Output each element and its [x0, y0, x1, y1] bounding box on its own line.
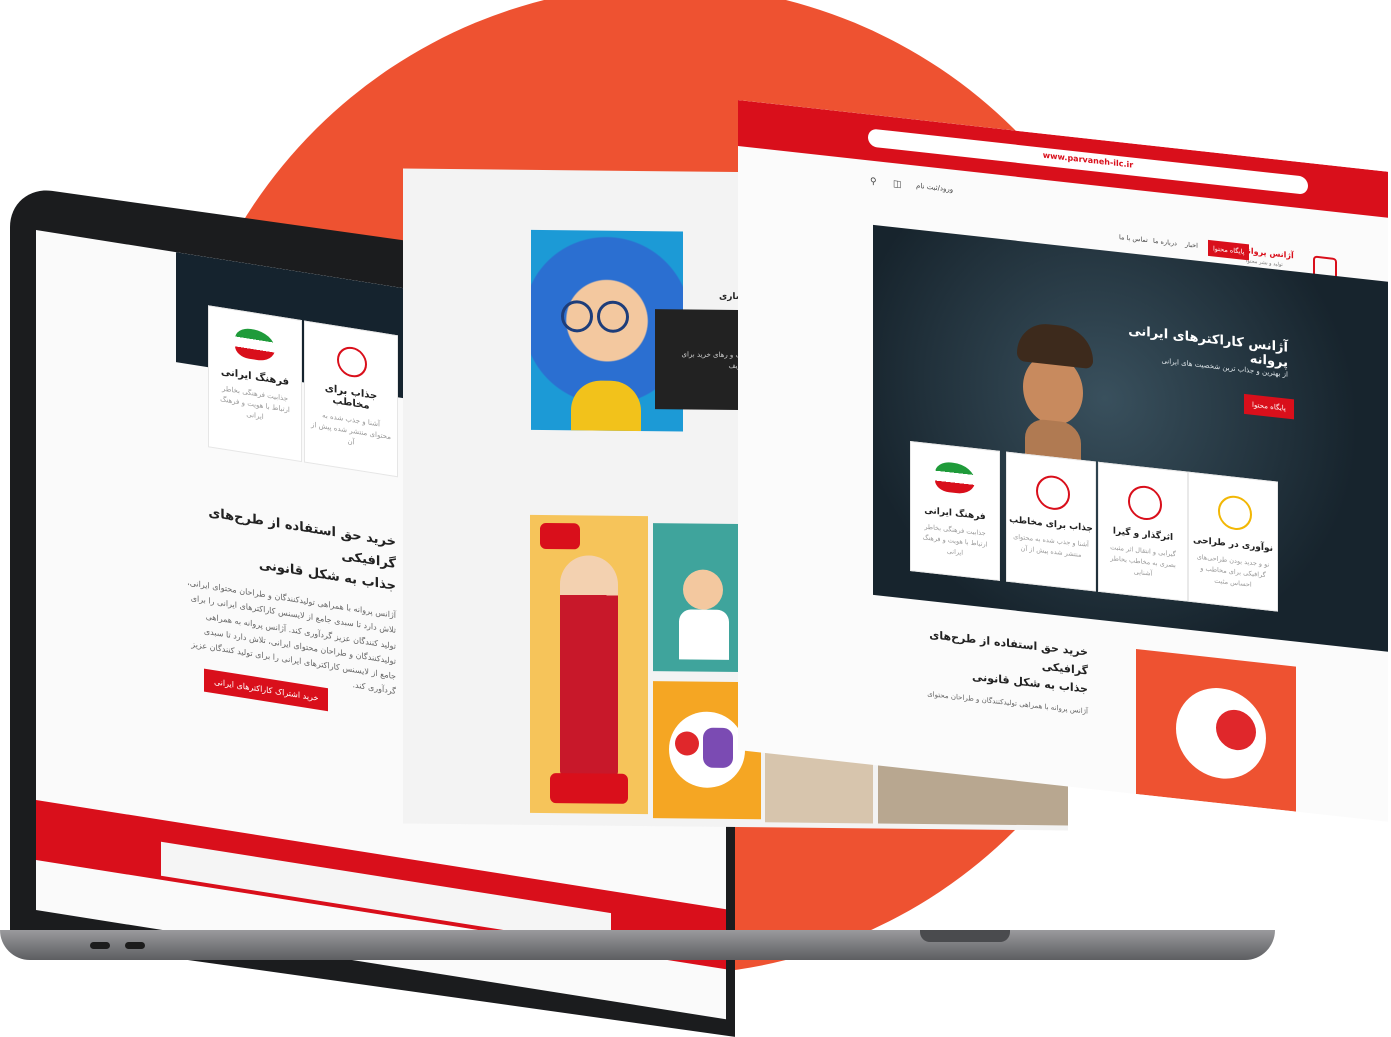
- glasses-icon: [597, 300, 629, 333]
- character-face: [683, 569, 723, 610]
- title-badge: [550, 773, 628, 804]
- nav-item-contact[interactable]: تماس با ما: [1119, 233, 1148, 244]
- nav-item-news[interactable]: اخبار: [1185, 240, 1198, 249]
- nav-content-base[interactable]: پایگاه محتوا: [1208, 239, 1250, 261]
- license-section: خرید حق استفاده از طرح‌های گرافیکی جذاب …: [186, 499, 396, 700]
- feature-card-audience: جذاب برای مخاطب آشنا و جذب شده به محتوای…: [304, 320, 398, 478]
- cart-icon[interactable]: ◫: [893, 179, 902, 190]
- princess-figure: [560, 555, 618, 776]
- card-desc: نو و جدید بودن طراحی‌های گرافیکی برای مخ…: [1196, 552, 1270, 589]
- feature-card-impact: اثرگذار و گیرا گیرایی و انتقال اثر مثبت …: [1098, 461, 1188, 602]
- homepage: www.parvaneh-ilc.ir ⚲ ◫ ورود/ثبت نام آژا…: [738, 100, 1388, 822]
- kids-reading-illustration[interactable]: [1136, 648, 1296, 812]
- target-icon: [1128, 484, 1162, 522]
- feature-card-culture: فرهنگ ایرانی جذابیت فرهنگی بخاطر ارتباط …: [910, 440, 1000, 581]
- iran-map-icon: [935, 460, 975, 496]
- usb-port-icon: [90, 942, 110, 949]
- card-desc: آشنا و جذب شده به محتوای منتشر شده پیش ا…: [1013, 532, 1089, 559]
- card-desc: آشنا و جذب شده به محتوای منتشر شده پیش ا…: [311, 411, 391, 447]
- usb-port-icon: [125, 942, 145, 949]
- user-icon: [337, 344, 367, 380]
- shirt-shape: [571, 380, 641, 432]
- iran-map-icon: [235, 326, 275, 363]
- license-section: خرید حق استفاده از طرح‌های گرافیکی جذاب …: [898, 623, 1088, 719]
- feature-card-culture: فرهنگ ایرانی جذابیت فرهنگی بخاطر ارتباط …: [208, 305, 302, 463]
- feature-card-innovation: نوآوری در طراحی نو و جدید بودن طراحی‌های…: [1188, 471, 1278, 612]
- laptop-notch: [920, 930, 1010, 942]
- card-desc: گیرایی و انتقال اثر مثبت بصری به مخاطب ب…: [1110, 543, 1176, 578]
- character-body: [703, 727, 733, 768]
- title-badge: [540, 522, 580, 550]
- lightbulb-icon: [1218, 493, 1252, 532]
- lab-coat: [679, 609, 729, 660]
- persian-princess-illustration[interactable]: [530, 514, 648, 815]
- character-face: [675, 731, 699, 756]
- card-desc: جذابیت فرهنگی بخاطر ارتباط با هویت و فره…: [220, 384, 290, 422]
- laptop-base: [0, 930, 1275, 960]
- glasses-icon: [561, 300, 593, 333]
- nav-item-about[interactable]: درباره ما: [1153, 237, 1177, 248]
- card-desc: جذابیت فرهنگی بخاطر ارتباط با هویت و فره…: [922, 522, 988, 557]
- login-link[interactable]: ورود/ثبت نام: [916, 182, 953, 194]
- character-hair: [1017, 320, 1093, 370]
- search-icon[interactable]: ⚲: [870, 177, 877, 188]
- feature-card-audience: جذاب برای مخاطب آشنا و جذب شده به محتوای…: [1006, 451, 1096, 592]
- user-icon: [1036, 473, 1070, 512]
